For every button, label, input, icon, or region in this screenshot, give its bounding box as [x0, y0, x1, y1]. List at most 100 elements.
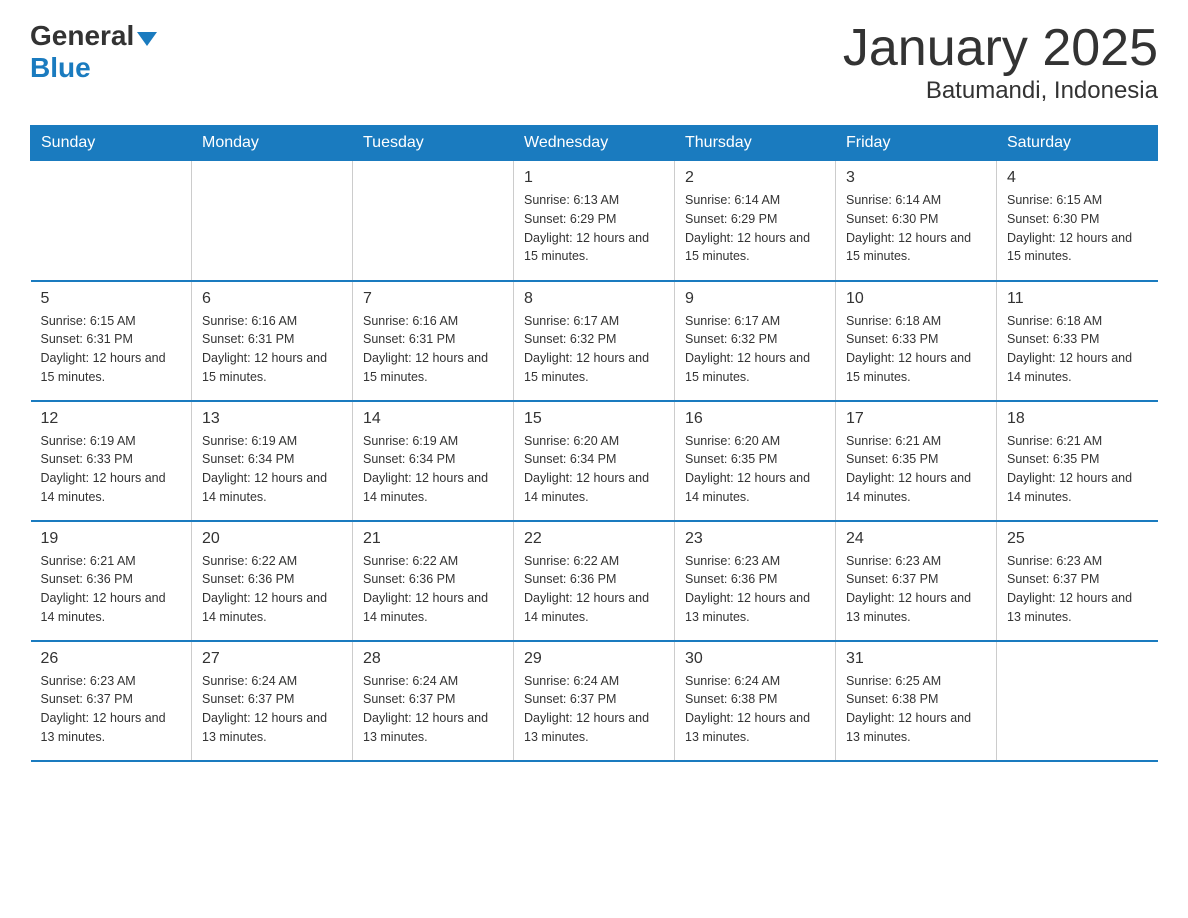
day-number: 23	[685, 530, 825, 548]
day-info: Sunrise: 6:16 AMSunset: 6:31 PMDaylight:…	[202, 312, 342, 387]
calendar-cell	[192, 161, 353, 281]
day-number: 4	[1007, 169, 1148, 187]
day-number: 31	[846, 650, 986, 668]
day-info: Sunrise: 6:14 AMSunset: 6:30 PMDaylight:…	[846, 191, 986, 266]
day-number: 10	[846, 290, 986, 308]
calendar-cell: 29 Sunrise: 6:24 AMSunset: 6:37 PMDayligh…	[514, 641, 675, 761]
day-info: Sunrise: 6:23 AMSunset: 6:37 PMDaylight:…	[846, 552, 986, 627]
day-info: Sunrise: 6:25 AMSunset: 6:38 PMDaylight:…	[846, 672, 986, 747]
calendar-cell: 7Sunrise: 6:16 AMSunset: 6:31 PMDaylight…	[353, 281, 514, 401]
day-number: 6	[202, 290, 342, 308]
day-info: Sunrise: 6:24 AMSunset: 6:37 PMDaylight:…	[202, 672, 342, 747]
day-number: 3	[846, 169, 986, 187]
calendar-cell: 20 Sunrise: 6:22 AMSunset: 6:36 PMDayligh…	[192, 521, 353, 641]
day-info: Sunrise: 6:13 AMSunset: 6:29 PMDaylight:…	[524, 191, 664, 266]
day-number: 25	[1007, 530, 1148, 548]
day-number: 28	[363, 650, 503, 668]
day-info: Sunrise: 6:19 AMSunset: 6:34 PMDaylight:…	[202, 432, 342, 507]
calendar-cell: 5 Sunrise: 6:15 AMSunset: 6:31 PMDaylight…	[31, 281, 192, 401]
day-number: 1	[524, 169, 664, 187]
calendar-subtitle: Batumandi, Indonesia	[843, 77, 1158, 105]
day-number: 14	[363, 410, 503, 428]
day-info: Sunrise: 6:20 AMSunset: 6:35 PMDaylight:…	[685, 432, 825, 507]
calendar-cell: 31 Sunrise: 6:25 AMSunset: 6:38 PMDayligh…	[836, 641, 997, 761]
header-wednesday: Wednesday	[514, 126, 675, 161]
logo: General Blue	[30, 20, 157, 84]
logo-blue: Blue	[30, 52, 91, 83]
calendar-cell: 8 Sunrise: 6:17 AMSunset: 6:32 PMDaylight…	[514, 281, 675, 401]
calendar-cell: 17 Sunrise: 6:21 AMSunset: 6:35 PMDayligh…	[836, 401, 997, 521]
day-number: 24	[846, 530, 986, 548]
day-number: 11	[1007, 290, 1148, 308]
calendar-cell: 10 Sunrise: 6:18 AMSunset: 6:33 PMDayligh…	[836, 281, 997, 401]
day-info: Sunrise: 6:24 AMSunset: 6:37 PMDaylight:…	[524, 672, 664, 747]
day-number: 30	[685, 650, 825, 668]
day-number: 19	[41, 530, 182, 548]
calendar-cell: 18Sunrise: 6:21 AMSunset: 6:35 PMDayligh…	[997, 401, 1158, 521]
calendar-cell: 16 Sunrise: 6:20 AMSunset: 6:35 PMDayligh…	[675, 401, 836, 521]
day-number: 27	[202, 650, 342, 668]
calendar-cell: 14Sunrise: 6:19 AMSunset: 6:34 PMDayligh…	[353, 401, 514, 521]
title-block: January 2025 Batumandi, Indonesia	[843, 20, 1158, 105]
calendar-cell: 12 Sunrise: 6:19 AMSunset: 6:33 PMDayligh…	[31, 401, 192, 521]
calendar-cell: 1 Sunrise: 6:13 AMSunset: 6:29 PMDaylight…	[514, 161, 675, 281]
calendar-cell: 9Sunrise: 6:17 AMSunset: 6:32 PMDaylight…	[675, 281, 836, 401]
day-info: Sunrise: 6:24 AMSunset: 6:38 PMDaylight:…	[685, 672, 825, 747]
calendar-cell: 22Sunrise: 6:22 AMSunset: 6:36 PMDayligh…	[514, 521, 675, 641]
day-info: Sunrise: 6:15 AMSunset: 6:30 PMDaylight:…	[1007, 191, 1148, 266]
calendar-cell: 15Sunrise: 6:20 AMSunset: 6:34 PMDayligh…	[514, 401, 675, 521]
header-sunday: Sunday	[31, 126, 192, 161]
calendar-cell: 24 Sunrise: 6:23 AMSunset: 6:37 PMDayligh…	[836, 521, 997, 641]
day-number: 12	[41, 410, 182, 428]
day-number: 13	[202, 410, 342, 428]
day-info: Sunrise: 6:21 AMSunset: 6:35 PMDaylight:…	[846, 432, 986, 507]
day-info: Sunrise: 6:22 AMSunset: 6:36 PMDaylight:…	[202, 552, 342, 627]
calendar-week-3: 12 Sunrise: 6:19 AMSunset: 6:33 PMDayligh…	[31, 401, 1158, 521]
calendar-cell: 30 Sunrise: 6:24 AMSunset: 6:38 PMDayligh…	[675, 641, 836, 761]
day-number: 20	[202, 530, 342, 548]
calendar-cell: 21 Sunrise: 6:22 AMSunset: 6:36 PMDayligh…	[353, 521, 514, 641]
day-info: Sunrise: 6:23 AMSunset: 6:37 PMDaylight:…	[1007, 552, 1148, 627]
header-saturday: Saturday	[997, 126, 1158, 161]
day-number: 17	[846, 410, 986, 428]
calendar-cell: 26Sunrise: 6:23 AMSunset: 6:37 PMDayligh…	[31, 641, 192, 761]
calendar-cell	[997, 641, 1158, 761]
calendar-cell: 11 Sunrise: 6:18 AMSunset: 6:33 PMDayligh…	[997, 281, 1158, 401]
day-number: 29	[524, 650, 664, 668]
day-info: Sunrise: 6:14 AMSunset: 6:29 PMDaylight:…	[685, 191, 825, 266]
day-info: Sunrise: 6:20 AMSunset: 6:34 PMDaylight:…	[524, 432, 664, 507]
day-info: Sunrise: 6:18 AMSunset: 6:33 PMDaylight:…	[846, 312, 986, 387]
day-number: 8	[524, 290, 664, 308]
day-info: Sunrise: 6:19 AMSunset: 6:33 PMDaylight:…	[41, 432, 182, 507]
day-info: Sunrise: 6:21 AMSunset: 6:35 PMDaylight:…	[1007, 432, 1148, 507]
calendar-cell: 4 Sunrise: 6:15 AMSunset: 6:30 PMDaylight…	[997, 161, 1158, 281]
calendar-table: SundayMondayTuesdayWednesdayThursdayFrid…	[30, 125, 1158, 762]
calendar-cell: 13 Sunrise: 6:19 AMSunset: 6:34 PMDayligh…	[192, 401, 353, 521]
day-number: 2	[685, 169, 825, 187]
day-info: Sunrise: 6:21 AMSunset: 6:36 PMDaylight:…	[41, 552, 182, 627]
calendar-header-row: SundayMondayTuesdayWednesdayThursdayFrid…	[31, 126, 1158, 161]
day-info: Sunrise: 6:15 AMSunset: 6:31 PMDaylight:…	[41, 312, 182, 387]
day-number: 26	[41, 650, 182, 668]
calendar-cell: 2 Sunrise: 6:14 AMSunset: 6:29 PMDaylight…	[675, 161, 836, 281]
day-info: Sunrise: 6:16 AMSunset: 6:31 PMDaylight:…	[363, 312, 503, 387]
header-monday: Monday	[192, 126, 353, 161]
calendar-cell	[353, 161, 514, 281]
calendar-cell: 19 Sunrise: 6:21 AMSunset: 6:36 PMDayligh…	[31, 521, 192, 641]
calendar-week-4: 19 Sunrise: 6:21 AMSunset: 6:36 PMDayligh…	[31, 521, 1158, 641]
logo-general: General	[30, 20, 134, 52]
calendar-title: January 2025	[843, 20, 1158, 77]
day-number: 16	[685, 410, 825, 428]
calendar-week-1: 1 Sunrise: 6:13 AMSunset: 6:29 PMDaylight…	[31, 161, 1158, 281]
day-number: 9	[685, 290, 825, 308]
day-info: Sunrise: 6:24 AMSunset: 6:37 PMDaylight:…	[363, 672, 503, 747]
calendar-cell: 3 Sunrise: 6:14 AMSunset: 6:30 PMDaylight…	[836, 161, 997, 281]
calendar-week-2: 5 Sunrise: 6:15 AMSunset: 6:31 PMDaylight…	[31, 281, 1158, 401]
day-info: Sunrise: 6:22 AMSunset: 6:36 PMDaylight:…	[363, 552, 503, 627]
day-info: Sunrise: 6:18 AMSunset: 6:33 PMDaylight:…	[1007, 312, 1148, 387]
page-header: General Blue January 2025 Batumandi, Ind…	[30, 20, 1158, 105]
day-number: 5	[41, 290, 182, 308]
day-info: Sunrise: 6:17 AMSunset: 6:32 PMDaylight:…	[524, 312, 664, 387]
day-number: 21	[363, 530, 503, 548]
day-info: Sunrise: 6:22 AMSunset: 6:36 PMDaylight:…	[524, 552, 664, 627]
